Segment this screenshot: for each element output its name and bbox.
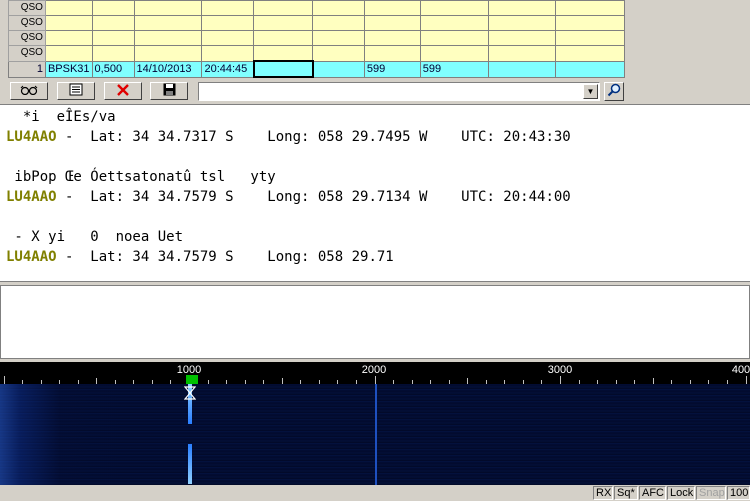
row-header[interactable]: QSO — [8, 15, 46, 31]
transmit-text-panel[interactable] — [0, 285, 750, 359]
rx-status[interactable]: RX — [593, 486, 613, 500]
rx-line: LU4AAO - Lat: 34 34.7579 S Long: 058 29.… — [6, 189, 571, 205]
find-button[interactable] — [604, 82, 624, 101]
rst-sent-cell[interactable]: 599 — [363, 60, 421, 78]
table-row[interactable]: QSO — [8, 0, 625, 16]
afc-toggle[interactable]: AFC — [639, 486, 666, 500]
row-header[interactable]: QSO — [8, 45, 46, 62]
details-button[interactable] — [57, 82, 95, 100]
scale-label: 3000 — [547, 364, 573, 376]
scale-tick — [560, 376, 561, 384]
rx-line: LU4AAO - Lat: 34 34.7579 S Long: 058 29.… — [6, 249, 394, 265]
level-display: 100 — [727, 486, 750, 500]
table-row[interactable]: QSO — [8, 15, 625, 31]
delete-x-icon — [116, 83, 130, 99]
qso-log-grid: QSO QSO QSO QSO 1 BPSK31 0,500 14/10/201… — [0, 0, 625, 80]
notes-cell[interactable] — [555, 60, 625, 78]
chevron-down-icon[interactable]: ▼ — [583, 84, 598, 99]
save-button[interactable] — [150, 82, 188, 100]
scale-tick — [4, 376, 5, 384]
frequency-scale[interactable]: 1000 2000 3000 400 — [0, 362, 750, 384]
scale-label: 2000 — [361, 364, 387, 376]
qth-cell[interactable] — [487, 60, 557, 78]
delete-button[interactable] — [104, 82, 142, 100]
row-header[interactable]: 1 — [8, 60, 46, 78]
squelch-toggle[interactable]: Sq* — [614, 486, 638, 500]
save-disk-icon — [163, 83, 176, 99]
rx-line: *i eÎEs/va — [6, 109, 116, 125]
date-cell[interactable]: 14/10/2013 — [133, 60, 203, 78]
scale-tick — [746, 376, 747, 384]
time-cell[interactable]: 20:44:45 — [201, 60, 255, 78]
lock-toggle[interactable]: Lock — [667, 486, 695, 500]
spectrum-waterfall[interactable] — [0, 384, 750, 485]
signal-trace — [188, 444, 192, 484]
name-cell[interactable] — [312, 60, 365, 78]
waterfall[interactable]: 1000 2000 3000 400 — [0, 362, 750, 485]
row-header[interactable]: QSO — [8, 30, 46, 46]
mode-cell[interactable]: BPSK31 — [44, 60, 93, 78]
freq-cell[interactable]: 0,500 — [91, 60, 135, 78]
document-icon — [68, 83, 84, 99]
status-bar: RX Sq* AFC Lock Snap 100 — [0, 485, 750, 501]
log-toolbar: ▼ — [0, 80, 750, 104]
glasses-icon — [19, 85, 39, 98]
callsign[interactable]: LU4AAO — [6, 129, 57, 145]
qso-log-table: QSO QSO QSO QSO 1 BPSK31 0,500 14/10/201… — [8, 0, 625, 78]
callsign[interactable]: LU4AAO — [6, 189, 57, 205]
row-header[interactable]: QSO — [8, 0, 46, 16]
magnifier-icon — [607, 83, 621, 100]
rx-line: - X yi 0 noea Uet — [6, 229, 184, 245]
current-qso-row[interactable]: 1 BPSK31 0,500 14/10/2013 20:44:45 599 5… — [8, 60, 625, 78]
scale-tick — [375, 376, 376, 384]
rst-rcvd-cell[interactable]: 599 — [419, 60, 489, 78]
cursor-marker-icon — [186, 375, 198, 384]
rx-line: ibPop Œe Óettsatonatû tsl yty — [6, 169, 276, 185]
callsign[interactable]: LU4AAO — [6, 249, 57, 265]
scale-label: 400 — [731, 364, 750, 376]
view-button[interactable] — [10, 82, 48, 100]
tuning-cursor-icon[interactable] — [183, 386, 197, 400]
receive-text-panel[interactable]: *i eÎEs/va LU4AAO - Lat: 34 34.7317 S Lo… — [0, 104, 750, 282]
table-row[interactable]: QSO — [8, 45, 625, 62]
rx-line: LU4AAO - Lat: 34 34.7317 S Long: 058 29.… — [6, 129, 571, 145]
table-row[interactable]: QSO — [8, 30, 625, 46]
signal-trace — [375, 384, 377, 485]
search-combo[interactable]: ▼ — [198, 82, 600, 101]
callsign-cell[interactable] — [252, 60, 314, 78]
snap-toggle[interactable]: Snap — [696, 486, 726, 500]
